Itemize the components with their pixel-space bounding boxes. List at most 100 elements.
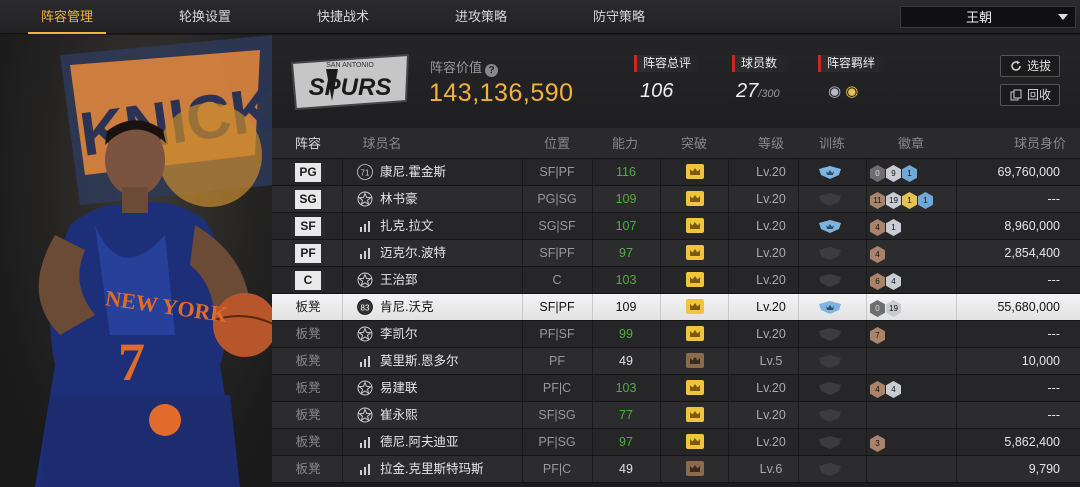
column-divider — [342, 213, 343, 239]
breakthrough-crown-icon[interactable] — [686, 353, 704, 368]
team-header: SAN ANTONIO SPURS 阵容价值? 143,136,590 阵容总评… — [272, 35, 1080, 128]
player-name[interactable]: 康尼.霍金斯 — [380, 159, 520, 185]
training-icon[interactable] — [819, 355, 841, 368]
table-row[interactable]: PG 71 康尼.霍金斯 SF|PF 116 Lv.20 0 9 1 69,760,000 — [272, 159, 1080, 186]
table-row[interactable]: SF 扎克.拉文 SG|SF 107 Lv.20 4 1 8,960,000 — [272, 213, 1080, 240]
player-name[interactable]: 莫里斯.恩多尔 — [380, 348, 520, 374]
breakthrough-crown-icon[interactable] — [686, 164, 704, 179]
tab-rotation[interactable]: 轮换设置 — [160, 0, 250, 34]
player-name[interactable]: 林书豪 — [380, 186, 520, 212]
badge-icon[interactable]: 19 — [886, 192, 901, 209]
table-row[interactable]: C 王治郅 C 103 Lv.20 6 4 --- — [272, 267, 1080, 294]
table-row[interactable]: 板凳 莫里斯.恩多尔 PF 49 Lv.5 10,000 — [272, 348, 1080, 375]
training-icon[interactable] — [819, 382, 841, 395]
tab-defense[interactable]: 防守策略 — [574, 0, 664, 34]
breakthrough-crown-icon[interactable] — [686, 380, 704, 395]
player-name[interactable]: 迈克尔.波特 — [380, 240, 520, 266]
training-icon[interactable] — [819, 301, 841, 314]
header-ability[interactable]: 能力 — [592, 128, 658, 159]
table-row[interactable]: PF 迈克尔.波特 SF|PF 97 Lv.20 4 2,854,400 — [272, 240, 1080, 267]
column-divider — [866, 456, 867, 482]
player-price: 55,680,000 — [997, 300, 1060, 314]
bar-chart-icon — [360, 437, 370, 448]
column-divider — [866, 159, 867, 185]
training-icon[interactable] — [819, 328, 841, 341]
badge-icon[interactable]: 4 — [870, 219, 885, 236]
player-name[interactable]: 拉金.克里斯特玛斯 — [380, 456, 520, 482]
tab-lineup[interactable]: 阵容管理 — [22, 0, 112, 34]
badge-icon[interactable]: 9 — [886, 165, 901, 182]
header-position[interactable]: 位置 — [522, 128, 592, 159]
bond-icon-group[interactable]: ◉ — [828, 83, 841, 100]
badge-icon[interactable]: 1 — [918, 192, 933, 209]
header-name[interactable]: 球员名 — [352, 128, 412, 159]
training-icon[interactable] — [819, 409, 841, 422]
bar-chart-icon — [360, 248, 370, 259]
training-icon[interactable] — [819, 193, 841, 206]
badge-icon[interactable]: 1 — [902, 165, 917, 182]
player-name[interactable]: 崔永熙 — [380, 402, 520, 428]
breakthrough-crown-icon[interactable] — [686, 245, 704, 260]
header-badges[interactable]: 徽章 — [866, 128, 956, 159]
badge-icon[interactable]: 3 — [870, 435, 885, 452]
svg-text:7: 7 — [118, 332, 145, 392]
breakthrough-crown-icon[interactable] — [686, 191, 704, 206]
bond-icon-gold[interactable]: ◉ — [845, 83, 858, 100]
training-icon[interactable] — [819, 463, 841, 476]
table-row[interactable]: SG 林书豪 PG|SG 109 Lv.20 11 19 1 1 --- — [272, 186, 1080, 213]
player-name[interactable]: 王治郅 — [380, 267, 520, 293]
table-row[interactable]: 板凳 易建联 PF|C 103 Lv.20 4 4 --- — [272, 375, 1080, 402]
training-icon[interactable] — [819, 220, 841, 233]
tab-quick-tactics[interactable]: 快捷战术 — [298, 0, 388, 34]
training-icon[interactable] — [819, 436, 841, 449]
badge-icon[interactable]: 4 — [870, 381, 885, 398]
breakthrough-crown-icon[interactable] — [686, 218, 704, 233]
badge-icon[interactable]: 0 — [870, 165, 885, 182]
badge-icon[interactable]: 7 — [870, 327, 885, 344]
badge-icon[interactable]: 4 — [886, 381, 901, 398]
table-row[interactable]: 板凳 崔永熙 SF|SG 77 Lv.20 --- — [272, 402, 1080, 429]
player-name[interactable]: 李凯尔 — [380, 321, 520, 347]
select-button[interactable]: 选拔 — [1000, 55, 1060, 77]
badge-icon[interactable]: 4 — [870, 246, 885, 263]
header-breakthrough[interactable]: 突破 — [660, 128, 728, 159]
breakthrough-crown-icon[interactable] — [686, 272, 704, 287]
badge-icon[interactable]: 4 — [886, 273, 901, 290]
column-divider — [660, 429, 661, 455]
badge-icon[interactable]: 6 — [870, 273, 885, 290]
player-level: Lv.6 — [759, 462, 783, 476]
badge-icon[interactable]: 11 — [870, 192, 885, 209]
training-icon[interactable] — [819, 247, 841, 260]
breakthrough-crown-icon[interactable] — [686, 326, 704, 341]
player-name[interactable]: 易建联 — [380, 375, 520, 401]
badge-icon[interactable]: 1 — [886, 219, 901, 236]
badge-icon[interactable]: 0 — [870, 300, 885, 317]
badge-icon[interactable]: 1 — [902, 192, 917, 209]
breakthrough-crown-icon[interactable] — [686, 434, 704, 449]
breakthrough-crown-icon[interactable] — [686, 299, 704, 314]
training-icon[interactable] — [819, 166, 841, 179]
player-name[interactable]: 扎克.拉文 — [380, 213, 520, 239]
header-training[interactable]: 训练 — [798, 128, 866, 159]
header-price[interactable]: 球员身价 — [972, 128, 1066, 159]
player-name[interactable]: 肯尼.沃克 — [380, 294, 520, 320]
header-slot[interactable]: 阵容 — [272, 128, 344, 159]
table-row[interactable]: 板凳 83 肯尼.沃克 SF|PF 109 Lv.20 0 19 55,680,000 — [272, 294, 1080, 321]
table-row[interactable]: 板凳 拉金.克里斯特玛斯 PF|C 49 Lv.6 9,790 — [272, 456, 1080, 483]
breakthrough-crown-icon[interactable] — [686, 407, 704, 422]
table-row[interactable]: 板凳 李凯尔 PF|SF 99 Lv.20 7 --- — [272, 321, 1080, 348]
training-icon[interactable] — [819, 274, 841, 287]
player-position: SF|PF — [539, 246, 575, 260]
table-row[interactable]: 板凳 德尼.阿夫迪亚 PF|SG 97 Lv.20 3 5,862,400 — [272, 429, 1080, 456]
help-icon[interactable]: ? — [485, 64, 499, 77]
recycle-button[interactable]: 回收 — [1000, 84, 1060, 106]
player-name[interactable]: 德尼.阿夫迪亚 — [380, 429, 520, 455]
column-divider — [956, 159, 957, 185]
player-position: PF|SF — [539, 327, 575, 341]
breakthrough-crown-icon[interactable] — [686, 461, 704, 476]
column-divider — [660, 294, 661, 320]
team-dropdown[interactable]: 王朝 — [900, 6, 1076, 28]
tab-offense[interactable]: 进攻策略 — [436, 0, 526, 34]
stat-player-count-label: 球员数 — [732, 55, 788, 72]
badge-icon[interactable]: 19 — [886, 300, 901, 317]
